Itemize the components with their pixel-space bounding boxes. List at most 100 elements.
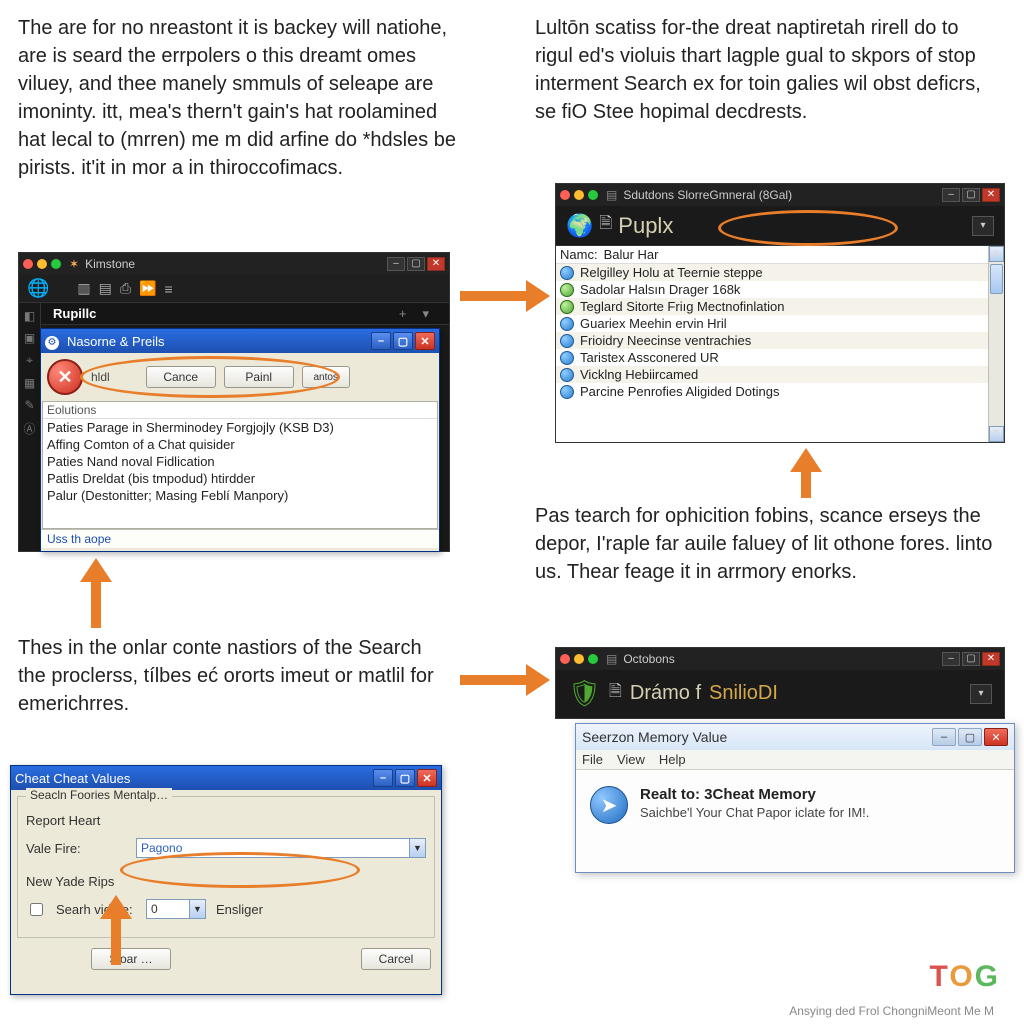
minimize-button[interactable]: – — [932, 728, 956, 746]
kimstone-titlebar[interactable]: ✶ Kimstone – ▢ ✕ — [19, 253, 449, 275]
dialog-memory-value: Seerzon Memory Value – ▢ ✕ File View Hel… — [575, 723, 1015, 873]
mac-close-icon[interactable] — [560, 654, 570, 664]
dramo-titlebar[interactable]: ▤ Octobons – ▢ ✕ — [556, 648, 1004, 670]
cheat-button-row: Sloar … Carcel — [11, 944, 441, 978]
close-button[interactable]: ✕ — [982, 652, 1000, 666]
window-dramo: ▤ Octobons – ▢ ✕ 🛡 🗎 Drámo f SnilioDI ▾ — [555, 647, 1005, 719]
list-item[interactable]: Guariex Meehin ervin Hril — [556, 315, 988, 332]
nasorne-footer-link[interactable]: Uss th aope — [41, 529, 439, 548]
list-item[interactable]: Affing Comton of a Chat quisider — [43, 436, 437, 453]
vale-combo[interactable]: Pagono ▼ — [136, 838, 426, 858]
mac-min-icon[interactable] — [37, 259, 47, 269]
side-icon[interactable]: Ⓐ — [23, 420, 35, 437]
mac-lights[interactable] — [560, 190, 598, 200]
title-buttons: – ▢ ✕ — [932, 728, 1008, 746]
toolbar-icon-4[interactable]: ⏩ — [139, 280, 156, 297]
nasorne-titlebar[interactable]: ⚙ Nasorne & Preils – ▢ ✕ — [41, 329, 439, 353]
memory-titlebar[interactable]: Seerzon Memory Value – ▢ ✕ — [576, 724, 1014, 750]
mac-close-icon[interactable] — [560, 190, 570, 200]
minimize-button[interactable]: – — [387, 257, 405, 271]
list-item[interactable]: Sadolar Halsın Drager 168k — [556, 281, 988, 298]
puplx-header: 🌍 🗎 Puplx ▾ — [556, 206, 1004, 246]
side-icon[interactable]: ✎ — [24, 398, 34, 412]
side-icon[interactable]: ⌖ — [26, 353, 33, 368]
toolbar-icon-2[interactable]: ▤ — [99, 280, 112, 297]
toolbar-icon-1[interactable]: ▥ — [77, 280, 90, 297]
mac-max-icon[interactable] — [588, 190, 598, 200]
combo-arrow-icon[interactable]: ▼ — [409, 839, 425, 857]
star-icon: ✶ — [69, 257, 79, 271]
scroll-down-button[interactable]: ▼ — [989, 426, 1004, 442]
cheat-titlebar[interactable]: Cheat Cheat Values – ▢ ✕ — [11, 766, 441, 790]
square-toggle-button[interactable]: ▾ — [972, 216, 994, 236]
minimize-button[interactable]: – — [371, 332, 391, 350]
mac-close-icon[interactable] — [23, 259, 33, 269]
list-item[interactable]: Vicklng Hebiircamed — [556, 366, 988, 383]
list-item[interactable]: Paties Nand noval Fidlication — [43, 453, 437, 470]
list-item[interactable]: Paties Parage in Sherminodey Forgjojly (… — [43, 419, 437, 436]
side-icon[interactable]: ◧ — [24, 309, 35, 323]
maximize-button[interactable]: ▢ — [393, 332, 413, 350]
list-item[interactable]: Taristex Assconered UR — [556, 349, 988, 366]
subtab-label[interactable]: Rupillc — [53, 306, 96, 321]
antos-button[interactable]: antos — [302, 366, 350, 388]
maximize-button[interactable]: ▢ — [395, 769, 415, 787]
close-button[interactable]: ✕ — [427, 257, 445, 271]
scroll-thumb[interactable] — [990, 264, 1003, 294]
scroll-up-button[interactable]: ▲ — [989, 246, 1004, 262]
maximize-button[interactable]: ▢ — [962, 188, 980, 202]
kimstone-tab-label[interactable]: Kimstone — [85, 257, 135, 271]
search-vidute-checkbox[interactable] — [30, 903, 43, 916]
menu-help[interactable]: Help — [659, 752, 686, 767]
mac-min-icon[interactable] — [574, 190, 584, 200]
cancel-button[interactable]: Carcel — [361, 948, 431, 970]
globe-icon[interactable]: 🌐 — [27, 278, 49, 299]
memory-body: ➤ Realt to: 3Cheat Memory Saichbe'l Your… — [576, 770, 1014, 840]
square-toggle-button[interactable]: ▾ — [970, 684, 992, 704]
chevron-icon[interactable]: ▾ — [422, 306, 429, 322]
mac-min-icon[interactable] — [574, 654, 584, 664]
cancel-button[interactable]: Cance — [146, 366, 216, 388]
plus-icon[interactable]: + — [399, 306, 407, 321]
maximize-button[interactable]: ▢ — [958, 728, 982, 746]
minimize-button[interactable]: – — [373, 769, 393, 787]
list-item[interactable]: Patlis Dreldat (bis tmpodud) htirdder — [43, 470, 437, 487]
globe-icon — [560, 317, 574, 331]
list-item[interactable]: Relgilley Holu at Teernie steppe — [556, 264, 988, 281]
side-icon[interactable]: ▦ — [24, 376, 35, 390]
mac-max-icon[interactable] — [51, 259, 61, 269]
vale-combo-value: Pagono — [141, 841, 182, 855]
menu-view[interactable]: View — [617, 752, 645, 767]
minimize-button[interactable]: – — [942, 188, 960, 202]
dramo-header: 🛡 🗎 Drámo f SnilioDI ▾ — [556, 670, 1004, 717]
list-item[interactable]: Parcine Penrofies Aligided Dotings — [556, 383, 988, 400]
xp-title-buttons: – ▢ ✕ — [371, 332, 435, 350]
mac-lights[interactable] — [560, 654, 598, 664]
close-button[interactable]: ✕ — [982, 188, 1000, 202]
maximize-button[interactable]: ▢ — [962, 652, 980, 666]
sloar-button[interactable]: Sloar … — [91, 948, 171, 970]
mac-max-icon[interactable] — [588, 654, 598, 664]
list-item[interactable]: Frioidry Neecinse ventrachies — [556, 332, 988, 349]
close-button[interactable]: ✕ — [984, 728, 1008, 746]
minimize-button[interactable]: – — [942, 652, 960, 666]
paint-button[interactable]: Painl — [224, 366, 294, 388]
puplx-titlebar[interactable]: ▤ Sdutdons SlorreGmneral (8Gal) – ▢ ✕ — [556, 184, 1004, 206]
list-item[interactable]: Teglard Sitorte Friıg Mectnofinlation — [556, 298, 988, 315]
dialog-nasorne-preils: ⚙ Nasorne & Preils – ▢ ✕ ✕ hldl Cance Pa… — [40, 328, 440, 552]
mac-lights[interactable] — [23, 259, 61, 269]
maximize-button[interactable]: ▢ — [407, 257, 425, 271]
close-button[interactable]: ✕ — [417, 769, 437, 787]
list-item[interactable]: Palur (Destonitter; Masing Feblí Manpory… — [43, 487, 437, 504]
close-button[interactable]: ✕ — [415, 332, 435, 350]
puplx-scrollbar[interactable]: ▲ ▼ — [988, 246, 1004, 442]
menu-file[interactable]: File — [582, 752, 603, 767]
memory-menu: File View Help — [576, 750, 1014, 770]
combo-arrow-icon[interactable]: ▼ — [189, 900, 205, 918]
list-item-label: Guariex Meehin ervin Hril — [580, 316, 727, 331]
toolbar-icon-3[interactable]: ⎙ — [120, 280, 131, 297]
window-puplx: ▤ Sdutdons SlorreGmneral (8Gal) – ▢ ✕ 🌍 … — [555, 183, 1005, 443]
searchvidute-combo[interactable]: 0 ▼ — [146, 899, 206, 919]
toolbar-icon-5[interactable]: ≡ — [165, 281, 173, 297]
side-icon[interactable]: ▣ — [24, 331, 35, 345]
